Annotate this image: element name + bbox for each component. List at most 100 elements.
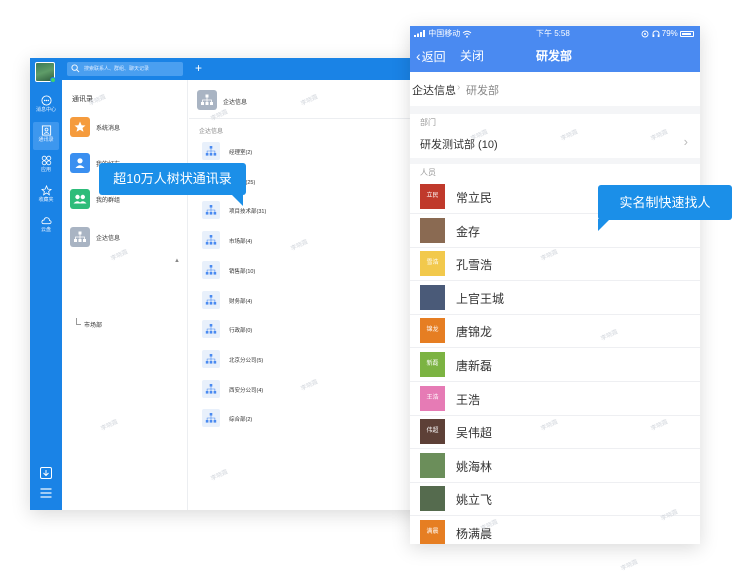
rail-item-messages[interactable]: 消息中心 [30, 92, 62, 120]
chevron-right-icon: › [683, 134, 688, 149]
person-row[interactable]: 满晨 杨满晨 [410, 516, 700, 544]
org-icon [202, 349, 220, 368]
star-icon [40, 185, 52, 196]
app-logo[interactable] [35, 62, 56, 83]
feature-callout-tree: 超10万人树状通讯录 [99, 163, 246, 206]
back-button[interactable]: ‹返回 [416, 48, 446, 65]
person-name: 唐新磊 [456, 359, 493, 373]
battery-percent: 79% [661, 29, 678, 38]
rail-item-cloud[interactable]: 云盘 [30, 212, 62, 240]
avatar [420, 452, 445, 478]
person-name: 孔雪浩 [456, 258, 493, 273]
department-item[interactable]: 项目技术部(31) [202, 201, 362, 221]
person-name: 吴伟超 [456, 426, 493, 441]
department-item[interactable]: 北京分公司(5) [202, 349, 362, 370]
menu-icon[interactable] [39, 486, 53, 500]
callout-text: 超10万人树状通讯录 [113, 171, 232, 186]
breadcrumb: 企达信息 › 研发部 [410, 72, 700, 106]
person-row[interactable]: 姚海林 [410, 449, 700, 483]
collapse-icon[interactable]: ▲ [174, 258, 180, 264]
department-item[interactable]: 市场部(4) [202, 231, 362, 251]
avatar: 立民 [420, 184, 445, 209]
section-header: 人员 [420, 168, 436, 177]
breadcrumb-current: 研发部 [466, 85, 499, 97]
department-item[interactable]: 西安分公司(4) [202, 379, 362, 400]
person-row[interactable]: 锦龙 唐锦龙 [410, 314, 700, 349]
org-icon [202, 142, 220, 160]
signal-icon [414, 30, 425, 38]
org-icon [202, 409, 220, 428]
avatar: 满晨 [420, 520, 445, 544]
carrier: 中国移动 [414, 27, 472, 41]
phone-screen: 中国移动 下午 5:58 79% ‹返回 关闭 研发部 企达信息 › 研发部 部… [410, 26, 700, 544]
department-item[interactable]: 销售部(10) [202, 260, 362, 281]
download-icon[interactable] [39, 466, 53, 480]
department-label: 项目技术部(31) [229, 209, 267, 216]
org-icon [202, 231, 220, 250]
avatar: 锦龙 [420, 318, 445, 344]
rail-item-favorites[interactable]: 收藏夹 [30, 182, 62, 210]
entry-company[interactable]: 企达信息 [70, 227, 182, 249]
org-icon [202, 379, 220, 398]
org-panel: 企达信息 企达信息 经理室(2)市场部(25)项目技术部(31)市场部(4)销售… [189, 80, 430, 510]
user-icon [70, 153, 90, 173]
status-bar: 中国移动 下午 5:58 79% [410, 27, 700, 41]
search-input[interactable]: 搜索联系人、群组、聊天记录 [67, 62, 183, 76]
avatar: 王浩 [420, 385, 445, 411]
tree-item-market[interactable]: 市场部 [75, 318, 102, 329]
org-title: 企达信息 [223, 100, 248, 106]
side-rail: 消息中心 通讯录 应用 收藏夹 云盘 [30, 80, 62, 510]
star-badge-icon [70, 117, 90, 137]
contacts-panel: 通讯录 系统消息 我的好友 我的群组 企达信息 ▲ 市场部 [62, 80, 188, 510]
rail-item-apps[interactable]: 应用 [30, 152, 62, 180]
department-item[interactable]: 财务部(4) [202, 290, 362, 311]
group-icon [70, 189, 90, 209]
person-name: 姚立飞 [456, 493, 493, 508]
nav-bar: ‹返回 关闭 研发部 [410, 44, 700, 68]
person-name: 唐锦龙 [456, 325, 493, 340]
department-label: 综合部(2) [229, 417, 253, 424]
chevron-left-icon: ‹ [416, 48, 421, 64]
person-row[interactable]: 新磊 唐新磊 [410, 348, 700, 382]
entry-system-messages[interactable]: 系统消息 [70, 117, 182, 139]
divider [189, 118, 430, 119]
entry-label: 企达信息 [96, 236, 121, 242]
search-placeholder: 搜索联系人、群组、聊天记录 [84, 66, 150, 72]
add-button[interactable]: + [195, 61, 202, 75]
rail-label: 云盘 [40, 227, 51, 233]
person-row[interactable]: 姚立飞 [410, 482, 700, 517]
department-label: 经理室(2) [229, 150, 253, 156]
close-button[interactable]: 关闭 [460, 48, 484, 64]
back-label: 返回 [421, 50, 446, 64]
person-name: 上官王城 [456, 291, 505, 306]
breadcrumb-root[interactable]: 企达信息 [412, 82, 456, 98]
avatar: 雪浩 [420, 251, 445, 277]
person-row[interactable]: 上官王城 [410, 281, 700, 315]
online-indicator [50, 77, 56, 83]
desktop-window: 搜索联系人、群组、聊天记录 + 消息中心 通讯录 应用 收藏夹 云盘 通讯录 系… [30, 58, 430, 510]
location-icon [641, 30, 649, 38]
person-name: 金存 [456, 224, 481, 239]
person-name: 姚海林 [456, 459, 493, 474]
department-item[interactable]: 经理室(2) [202, 142, 362, 162]
department-label: 财务部(4) [229, 298, 253, 305]
section-header: 部门 [420, 118, 436, 127]
department-item[interactable]: 行政部(0) [202, 320, 362, 340]
department-item[interactable]: 综合部(2) [202, 409, 362, 429]
watermark: 李晓霞 [620, 559, 640, 573]
rail-item-contacts[interactable]: 通讯录 [30, 122, 62, 150]
department-label: 西安分公司(4) [229, 387, 264, 394]
desktop-topbar: 搜索联系人、群组、聊天记录 + [30, 58, 430, 80]
avatar: 伟超 [420, 419, 445, 445]
rail-label: 收藏夹 [38, 197, 54, 203]
org-icon [202, 320, 220, 339]
avatar [420, 284, 445, 310]
org-icon [202, 201, 220, 220]
department-label: 行政部(0) [229, 328, 253, 335]
chevron-right-icon: › [457, 82, 461, 93]
entry-label: 系统消息 [96, 126, 121, 132]
org-icon [197, 90, 217, 110]
person-row[interactable]: 王浩 王浩 [410, 382, 700, 416]
department-label: 北京分公司(5) [229, 357, 264, 364]
people-section: 人员 立民 常立民 金存 雪浩 孔雪浩 上官王城 锦龙 唐锦龙 新磊 唐新磊 王浩 王浩 伟超 吴伟超 姚海… [410, 164, 700, 544]
